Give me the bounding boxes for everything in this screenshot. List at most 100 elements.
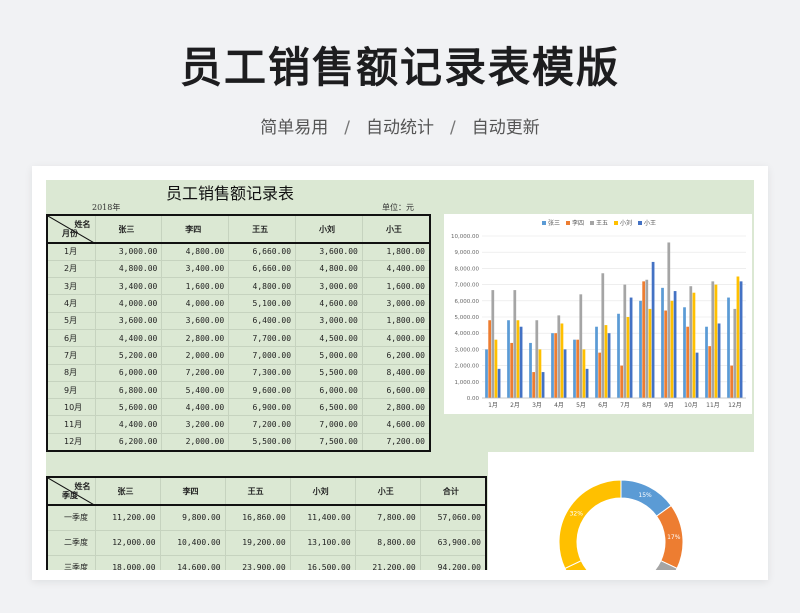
y-tick-label: 4,000.00 — [455, 331, 480, 337]
month-cell: 12月 — [47, 433, 96, 452]
value-cell: 9,800.00 — [160, 505, 226, 531]
bar — [554, 333, 558, 398]
table-row: 2月 4,800.00 3,400.00 6,660.00 4,800.00 4,400.… — [47, 260, 431, 279]
col-header: 小刘 — [295, 215, 363, 244]
bar — [714, 284, 718, 398]
value-cell: 1,800.00 — [362, 312, 431, 330]
y-tick-label: 5,000.00 — [455, 315, 480, 321]
bar — [538, 349, 542, 398]
bar — [579, 294, 583, 398]
bar — [667, 242, 671, 398]
sheet-title: 员工销售额记录表 — [166, 184, 295, 203]
value-cell: 8,400.00 — [362, 364, 431, 382]
value-cell: 3,600.00 — [95, 312, 163, 330]
value-cell: 1,800.00 — [362, 243, 431, 261]
table-row: 8月 6,000.00 7,200.00 7,300.00 5,500.00 8,400.… — [47, 364, 431, 382]
value-cell: 5,000.00 — [295, 346, 363, 365]
value-cell: 7,200.00 — [228, 415, 297, 434]
legend-swatch — [542, 221, 546, 225]
x-tick-label: 5月 — [576, 402, 586, 409]
bar — [733, 308, 737, 398]
value-cell: 6,500.00 — [295, 398, 363, 417]
bar — [730, 365, 734, 398]
bar — [664, 310, 668, 398]
value-cell: 9,600.00 — [228, 381, 297, 400]
col-header: 王五 — [225, 477, 291, 506]
value-cell: 5,500.00 — [295, 364, 363, 382]
value-cell: 23,900.00 — [225, 555, 291, 570]
y-tick-label: 0.00 — [467, 396, 480, 402]
legend-label: 小刘 — [620, 219, 632, 227]
y-tick-label: 9,000.00 — [455, 250, 480, 256]
bar — [739, 281, 743, 398]
col-header: 李四 — [161, 215, 230, 244]
value-cell: 5,200.00 — [95, 346, 163, 365]
bar — [557, 315, 561, 398]
legend-label: 王五 — [596, 220, 608, 227]
table-row: 11月 4,400.00 3,200.00 7,200.00 7,000.00 4,600… — [47, 415, 431, 434]
bar — [711, 281, 715, 398]
donut-slice — [558, 479, 622, 570]
bar — [620, 365, 624, 398]
unit-label: 单位：元 — [382, 203, 414, 212]
bar — [692, 292, 696, 398]
tag-easy: 简单易用 — [260, 118, 329, 138]
table-row: 一季度 11,200.00 9,800.00 16,860.00 11,400.00 7,… — [47, 505, 487, 531]
value-cell: 5,600.00 — [95, 398, 163, 417]
bar — [497, 368, 501, 398]
value-cell: 5,400.00 — [161, 381, 230, 400]
bar — [670, 300, 674, 398]
value-cell: 11,400.00 — [290, 505, 356, 531]
total-cell: 94,200.00 — [420, 555, 487, 570]
bar — [651, 261, 655, 398]
value-cell: 6,000.00 — [295, 381, 363, 400]
bar — [516, 320, 520, 398]
x-tick-label: 4月 — [554, 402, 564, 409]
bar — [491, 290, 495, 398]
legend-swatch — [566, 221, 570, 225]
month-cell: 10月 — [47, 398, 96, 417]
bar — [573, 339, 576, 398]
value-cell: 4,400.00 — [362, 260, 431, 279]
x-tick-label: 2月 — [510, 402, 520, 409]
bar — [488, 320, 492, 398]
month-cell: 3月 — [47, 277, 96, 296]
y-tick-label: 2,000.00 — [455, 364, 480, 370]
value-cell: 4,600.00 — [362, 415, 431, 434]
table-row: 10月 5,600.00 4,400.00 6,900.00 6,500.00 2,800… — [47, 398, 431, 417]
value-cell: 1,600.00 — [161, 277, 230, 296]
bar — [576, 339, 580, 398]
value-cell: 6,400.00 — [228, 312, 297, 330]
corner-quarter-label: 季度 — [62, 491, 78, 500]
x-tick-label: 8月 — [642, 402, 652, 409]
bar — [623, 284, 627, 398]
col-header: 小刘 — [290, 477, 356, 506]
table-row: 7月 5,200.00 2,000.00 7,000.00 5,000.00 6,200.… — [47, 346, 431, 365]
col-header: 小王 — [355, 477, 421, 506]
value-cell: 3,000.00 — [95, 243, 163, 261]
value-cell: 2,000.00 — [161, 433, 230, 452]
bar — [642, 281, 646, 398]
legend-label: 小王 — [644, 219, 656, 227]
col-header: 王五 — [228, 215, 297, 244]
value-cell: 6,000.00 — [95, 364, 163, 382]
col-header: 小王 — [362, 215, 431, 244]
quarterly-sales-table: 姓名 季度 张三 李四 王五 小刘 小王 合计 一季度 11,200.00 9,80… — [46, 476, 487, 570]
x-tick-label: 9月 — [664, 402, 674, 409]
table-row: 9月 6,800.00 5,400.00 9,600.00 6,000.00 6,600.… — [47, 381, 431, 400]
value-cell: 10,400.00 — [160, 530, 226, 556]
value-cell: 7,700.00 — [228, 329, 297, 348]
bar — [708, 346, 712, 398]
legend-label: 李四 — [572, 219, 584, 227]
bar — [717, 323, 721, 398]
x-tick-label: 10月 — [684, 402, 698, 409]
value-cell: 4,800.00 — [161, 243, 230, 261]
donut-data-label: 15% — [638, 492, 652, 499]
year-label: 2018年 — [92, 203, 121, 212]
value-cell: 21,200.00 — [355, 555, 421, 570]
sheet-area: 员工销售额记录表 2018年 单位：元 姓名 月份 张三 李四 王五 小刘 小王 — [46, 180, 754, 570]
bar — [551, 333, 554, 398]
table-header-row: 姓名 月份 张三 李四 王五 小刘 小王 — [47, 215, 431, 244]
bar — [604, 325, 608, 398]
donut-data-label: 17% — [667, 534, 681, 541]
